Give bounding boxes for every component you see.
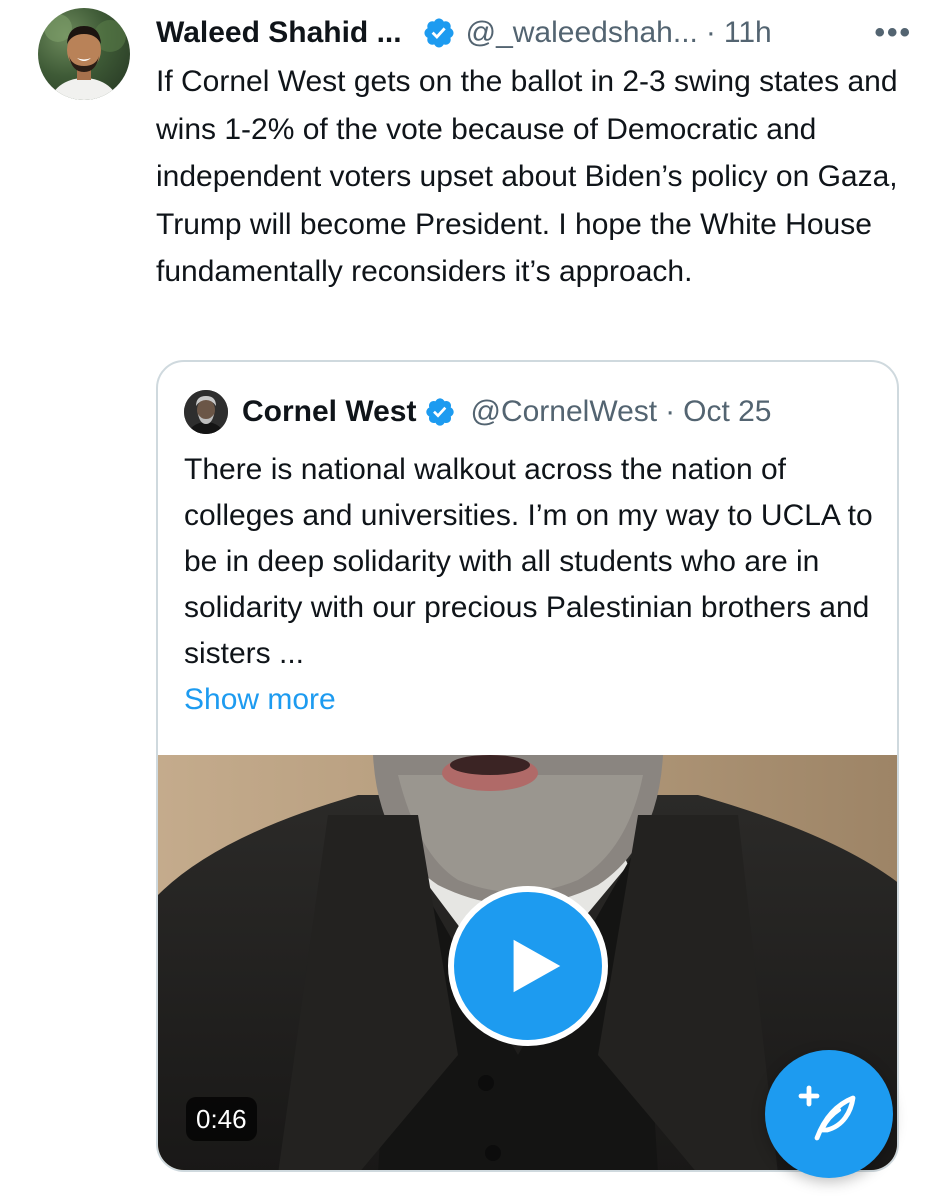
author-avatar[interactable] bbox=[38, 8, 130, 100]
separator-dot: · bbox=[705, 16, 716, 49]
verified-badge-icon bbox=[424, 18, 454, 48]
tweet: Waleed Shahid ... @_waleedshah... · 11h … bbox=[0, 0, 938, 1200]
quoted-author-name[interactable]: Cornel West bbox=[242, 395, 416, 429]
quoted-author-handle[interactable]: @CornelWest bbox=[470, 395, 657, 429]
more-dots-icon[interactable]: ••• bbox=[874, 16, 916, 50]
compose-feather-plus-icon bbox=[798, 1085, 856, 1141]
avatar-image bbox=[44, 14, 126, 100]
verified-badge-icon bbox=[426, 398, 455, 426]
quoted-tweet-card[interactable]: Cornel West @CornelWest · Oct 25 There i… bbox=[156, 360, 899, 1172]
tweet-header: Waleed Shahid ... @_waleedshah... · 11h … bbox=[156, 8, 916, 58]
video-duration: 0:46 bbox=[186, 1097, 257, 1141]
quoted-tweet-timestamp[interactable]: Oct 25 bbox=[683, 395, 771, 429]
quoted-tweet-header: Cornel West @CornelWest · Oct 25 bbox=[184, 390, 771, 434]
quoted-tweet-body: There is national walkout across the nat… bbox=[184, 453, 873, 670]
author-handle[interactable]: @_waleedshah... bbox=[466, 16, 698, 50]
compose-tweet-button[interactable] bbox=[765, 1050, 893, 1178]
play-button[interactable] bbox=[448, 886, 608, 1046]
quoted-avatar-image bbox=[184, 390, 228, 434]
quoted-author-avatar[interactable] bbox=[184, 390, 228, 434]
play-icon bbox=[513, 939, 561, 993]
tweet-timestamp[interactable]: 11h bbox=[724, 16, 772, 50]
separator-dot: · bbox=[665, 395, 676, 428]
author-name[interactable]: Waleed Shahid ... bbox=[156, 16, 402, 50]
show-more-link[interactable]: Show more bbox=[184, 677, 336, 723]
tweet-body: If Cornel West gets on the ballot in 2-3… bbox=[156, 65, 898, 288]
